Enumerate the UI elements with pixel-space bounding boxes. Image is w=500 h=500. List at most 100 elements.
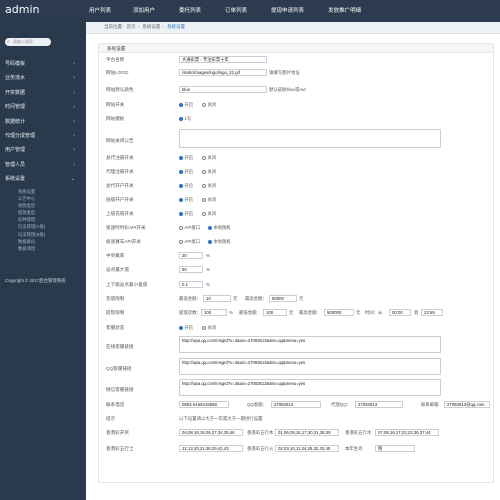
pk10-b-input[interactable]: 01,06,09,16,17,30,31,38,39 (275, 429, 339, 436)
withdraw-from-input[interactable]: 00:00 (389, 309, 411, 316)
contact-label: 联系电话 (106, 402, 125, 407)
contact-email-label: 联系邮箱 (421, 402, 439, 407)
contact-qq-input[interactable]: 27083513 (271, 401, 321, 408)
site-template-radio[interactable]: 1号 (179, 116, 191, 122)
withdraw-time-label: 时间：从 (365, 310, 383, 315)
agent-master-off-radio[interactable]: 关闭 (202, 155, 216, 161)
upper-recharge-on-radio[interactable]: 开启 (179, 211, 193, 217)
kefu-status-off-radio[interactable]: 关闭 (202, 325, 216, 331)
fast-api-local-radio[interactable]: 本地随机 (208, 239, 231, 245)
top-nav-item[interactable]: 提现申请列表 (259, 0, 316, 22)
breadcrumb-home[interactable]: 当前位置：首页 (104, 24, 136, 29)
sidebar-item-settings[interactable]: 系统设置 ⌄ (0, 172, 86, 186)
pk10-close-input[interactable]: 12,13,20,21,28,29,42,43 (179, 445, 243, 452)
step-diff-unit: % (206, 282, 210, 287)
pk10-close-c-input[interactable]: 狗 (375, 445, 415, 452)
sidebar-subitem[interactable]: 玩法管理(B盘) (18, 231, 86, 238)
search-input[interactable]: ⌕ 请输入搜索 (5, 38, 51, 46)
top-nav-item[interactable]: 订单列表 (213, 0, 259, 22)
platform-name-input[interactable]: 大通彩票 - 专注彩票十年 (179, 56, 267, 63)
sidebar-subitem[interactable]: 收款类型 (18, 202, 86, 209)
withdraw-limit-label: 提现限制 (106, 310, 125, 315)
top-nav-item[interactable]: 发放推广明细 (316, 0, 373, 22)
return-rate-label: 返点最大值 (106, 267, 129, 272)
sidebar-item-templates[interactable]: 号码模板 ‹ (0, 57, 86, 71)
pk10-close-b-label: 香港彩五行火 (247, 446, 274, 451)
recharge-min-input[interactable]: 10 (203, 295, 231, 302)
close-notice-textarea[interactable] (179, 129, 441, 148)
contact-agent-qq-label: 代理QQ： (331, 402, 352, 407)
top-nav-item[interactable]: 委托列表 (167, 0, 213, 22)
return-rate-input[interactable]: 50 (179, 266, 203, 273)
pk10-close-b-input[interactable]: 02,03,10,11,24,25,32,33,40 (275, 445, 339, 452)
sidebar-subitem[interactable]: 系统设置 (18, 188, 86, 195)
pk10-c-label: 香港彩五行水 (345, 430, 372, 435)
withdraw-max-input[interactable]: 500000 (324, 309, 354, 316)
withdraw-max-label: 最高金额： (299, 310, 321, 315)
sidebar-item-flow[interactable]: 业务流水 ‹ (0, 71, 86, 85)
agent-reg-on-radio[interactable]: 开启 (179, 169, 193, 175)
kefu-status-on-radio[interactable]: 开启 (179, 325, 193, 331)
agent-master-on-radio[interactable]: 开启 (179, 155, 193, 161)
abort-api-local-radio[interactable]: 本地随机 (208, 225, 231, 231)
recharge-limit-label: 充值限制 (106, 296, 125, 301)
site-switch-on-radio[interactable]: 开启 (179, 102, 193, 108)
settings-panel: 系统设置 平台名称 大通彩票 - 专注彩票十年 网站LOGO /static/i… (98, 43, 494, 483)
sidebar-item-time[interactable]: 时间管理 ‹ (0, 100, 86, 114)
qq-kefu-textarea[interactable]: http://wpa.qq.com/msgrd?v=3&uin=27083513… (179, 358, 441, 375)
pk10-c-input[interactable]: 07,08,16,17,22,23,36,37,44 (375, 429, 439, 436)
win-rate-label: 中奖概率 (106, 253, 125, 258)
lower-open-off-radio[interactable]: 关闭 (202, 197, 216, 203)
online-kefu-textarea[interactable]: http://wpa.qq.com/msgrd?v=3&uin=27083513… (179, 336, 441, 353)
sidebar-item-agent[interactable]: 代理分成管理 ‹ (0, 129, 86, 143)
pk10-close-c-label: 本年生肖 (345, 446, 363, 451)
recharge-max-input[interactable]: 50000 (269, 295, 297, 302)
top-bar: admin 用户列表 添加用户 委托列表 订单列表 提现申请列表 发放推广明细 (0, 0, 500, 22)
sidebar-subitem[interactable]: 玩法管理(A盘) (18, 223, 86, 230)
win-rate-input[interactable]: 20 (179, 252, 203, 259)
return-rate-unit: % (206, 267, 210, 272)
agent-reg-off-radio[interactable]: 关闭 (202, 169, 216, 175)
sidebar-subitem[interactable]: 彩种管理 (18, 216, 86, 223)
upper-recharge-off-radio[interactable]: 关闭 (202, 211, 216, 217)
abort-api-api-radio[interactable]: API接口 (179, 225, 200, 231)
sidebar-subitem[interactable]: 公告中心 (18, 195, 86, 202)
withdraw-count-input[interactable]: 100 (201, 309, 227, 316)
contact-phone-input[interactable]: 0863-6165316588 (179, 401, 229, 408)
lower-open-on-radio[interactable]: 开启 (179, 197, 193, 203)
sidebar-item-users[interactable]: 用户管理 ‹ (0, 143, 86, 157)
sidebar-subitem[interactable]: 数据备份 (18, 238, 86, 245)
site-logo-input[interactable]: /static/images/logo/logo_22.gif (179, 69, 267, 76)
fast-api-api-radio[interactable]: API接口 (179, 239, 200, 245)
chevron-down-icon: ⌄ (70, 176, 75, 183)
site-switch-off-radio[interactable]: 关闭 (202, 102, 216, 108)
pk10-open-label: 香港彩开奖 (106, 430, 129, 435)
fast-api-label: 极速赛车API开关 (106, 239, 141, 244)
withdraw-to-input[interactable]: 23:59 (421, 309, 443, 316)
sidebar-item-stats[interactable]: 数据统计 ‹ (0, 115, 86, 129)
sidebar-subitem[interactable]: 数据清理 (18, 245, 86, 252)
top-nav-item[interactable]: 添加用户 (121, 0, 167, 22)
abort-api-label: 极速时时彩API开关 (106, 225, 146, 230)
wechat-kefu-textarea[interactable]: http://wpa.qq.com/msgrd?v=3&uin=27083513… (179, 379, 441, 396)
agent-open-off-radio[interactable]: 关闭 (202, 183, 216, 189)
contact-email-input[interactable]: 27083513@qq.com (444, 401, 490, 408)
withdraw-count-label: 提现次数： (179, 310, 201, 315)
sidebar-subitem[interactable]: 提款类型 (18, 209, 86, 216)
step-diff-input[interactable]: 0.1 (179, 281, 203, 288)
default-color-input[interactable]: blue (179, 86, 267, 93)
breadcrumb-parent[interactable]: 系统设置 (142, 24, 160, 29)
recharge-min-unit: 元 (233, 296, 238, 301)
pk10-open-input[interactable]: 04,08,18,19,26,27,34,35,46 (179, 429, 243, 436)
withdraw-min-input[interactable]: 100 (263, 309, 287, 316)
sidebar-item-admins[interactable]: 管理人员 ‹ (0, 158, 86, 172)
sidebar-item-lottery-data[interactable]: 开奖数据 ‹ (0, 86, 86, 100)
agent-open-on-radio[interactable]: 开启 (179, 183, 193, 189)
default-color-note: 默认皮肤blue或red (269, 87, 306, 92)
contact-agent-qq-input[interactable]: 27083513 (355, 401, 403, 408)
kefu-status-label: 客服状态 (106, 325, 125, 330)
top-nav-item[interactable]: 用户列表 (85, 0, 121, 22)
chevron-right-icon: ‹ (73, 118, 75, 125)
pk10-b-label: 香港彩五行木 (247, 430, 274, 435)
agent-open-label: 总代开户开关 (106, 183, 134, 188)
